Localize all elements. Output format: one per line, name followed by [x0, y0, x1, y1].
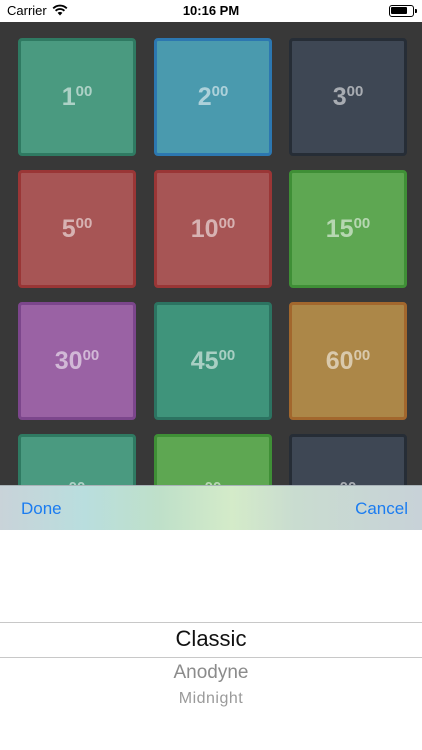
timer-tile[interactable]: 1500 — [289, 170, 407, 288]
timer-tile[interactable]: 500 — [18, 170, 136, 288]
tile-value-major: 10 — [190, 214, 219, 243]
picker-option-anodyne[interactable]: Anodyne — [0, 662, 422, 684]
status-time: 10:16 PM — [182, 3, 240, 18]
tile-grid: 10020030050010001500300045006000000000 — [0, 22, 422, 552]
tile-value-minor: 00 — [82, 346, 100, 364]
battery-level — [391, 7, 407, 14]
tile-value: 3000 — [55, 347, 100, 376]
tile-value-major: 45 — [190, 346, 219, 375]
tile-value-major: 15 — [325, 214, 354, 243]
tile-value: 200 — [198, 83, 229, 112]
timer-tile[interactable]: 200 — [154, 38, 272, 156]
tile-value-major: 5 — [61, 214, 76, 243]
theme-picker[interactable]: Classic Anodyne Midnight — [0, 530, 422, 750]
timer-tile[interactable]: 3000 — [18, 302, 136, 420]
tile-value-minor: 00 — [353, 346, 371, 364]
timer-tile[interactable]: 1000 — [154, 170, 272, 288]
tile-value-minor: 00 — [218, 346, 236, 364]
tile-value: 100 — [62, 83, 93, 112]
timer-tile[interactable]: 4500 — [154, 302, 272, 420]
tile-value-major: 30 — [54, 346, 83, 375]
tile-value-minor: 00 — [211, 82, 229, 100]
timer-tile[interactable]: 6000 — [289, 302, 407, 420]
tile-value-minor: 00 — [346, 82, 364, 100]
done-button[interactable]: Done — [21, 499, 62, 519]
tile-value: 4500 — [191, 347, 236, 376]
picker-selection-bottom-line — [0, 657, 422, 658]
tile-value-minor: 00 — [75, 214, 93, 232]
timer-tile[interactable]: 300 — [289, 38, 407, 156]
tile-value: 500 — [62, 215, 93, 244]
status-bar: Carrier 10:16 PM — [0, 0, 422, 22]
tile-value-minor: 00 — [353, 214, 371, 232]
picker-toolbar: Done Cancel — [0, 485, 422, 530]
app-screen: Carrier 10:16 PM 100 200 300 500 1000 1500 300… — [0, 0, 422, 750]
cancel-button[interactable]: Cancel — [355, 499, 408, 519]
tile-value-major: 3 — [332, 82, 347, 111]
tile-value: 1500 — [326, 215, 371, 244]
tile-value-minor: 00 — [218, 214, 236, 232]
tile-value: 6000 — [326, 347, 371, 376]
tile-value: 1000 — [191, 215, 236, 244]
timer-tile[interactable]: 100 — [18, 38, 136, 156]
battery-icon — [389, 5, 417, 17]
picker-option-midnight[interactable]: Midnight — [0, 690, 422, 708]
tile-value: 300 — [333, 83, 364, 112]
tile-value-minor: 00 — [75, 82, 93, 100]
tile-value-major: 1 — [61, 82, 76, 111]
tile-value-major: 60 — [325, 346, 354, 375]
picker-option-classic[interactable]: Classic — [0, 626, 422, 652]
tile-value-major: 2 — [197, 82, 212, 111]
picker-selection-top-line — [0, 622, 422, 623]
